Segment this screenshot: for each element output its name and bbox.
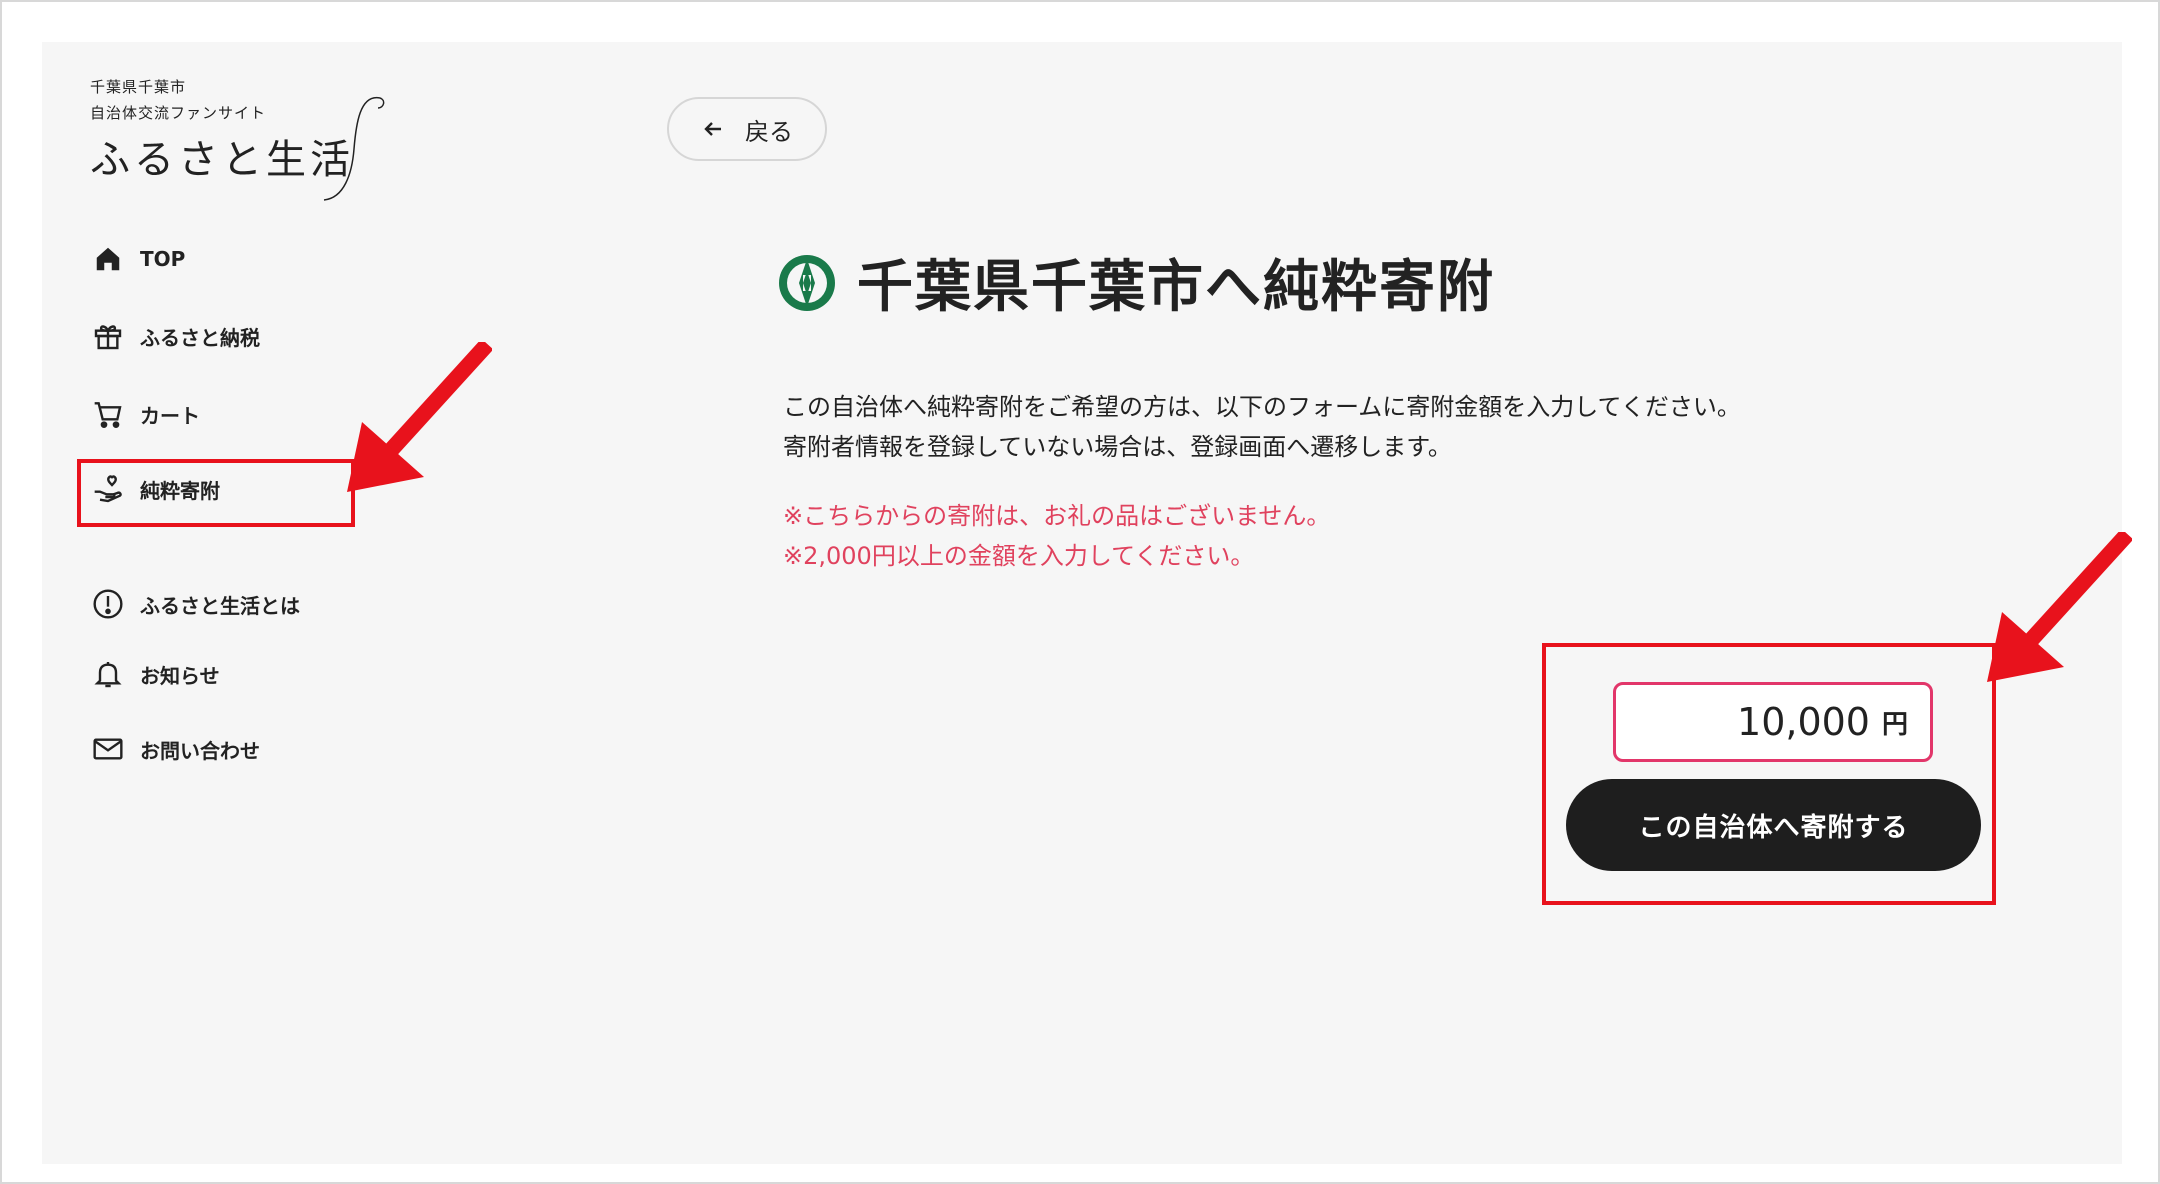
donation-amount-input[interactable]: 10,000 円 [1613, 682, 1933, 762]
back-button[interactable]: 戻る [667, 97, 827, 161]
description-line: 寄附者情報を登録していない場合は、登録画面へ遷移します。 [783, 433, 1452, 461]
donation-amount-value: 10,000 [1737, 700, 1870, 744]
nav-highlight-box [77, 459, 355, 527]
sidebar-item-news[interactable]: お知らせ [90, 648, 220, 700]
page-title: 千葉県千葉市へ純粋寄附 [857, 255, 1495, 320]
note-line: ※2,000円以上の金額を入力してください。 [783, 542, 1255, 570]
info-icon [90, 586, 126, 622]
chiba-city-emblem-icon [779, 254, 835, 311]
page-description: この自治体へ純粋寄附をご希望の方は、以下のフォームに寄附金額を入力してください。… [783, 387, 1741, 467]
logo-flourish-icon [323, 97, 385, 201]
red-arrow-icon [1987, 532, 2132, 682]
note-line: ※こちらからの寄附は、お礼の品はございません。 [783, 502, 1331, 530]
sidebar-item-top[interactable]: TOP [90, 233, 185, 285]
sidebar-item-label: ふるさと納税 [140, 325, 260, 350]
mail-icon [90, 731, 126, 767]
sidebar-item-label: カート [140, 403, 200, 428]
bell-icon [90, 656, 126, 692]
screenshot-frame: 千葉県千葉市 自治体交流ファンサイト ふるさと生活 TOP ふるさと納税 カート… [0, 0, 2160, 1184]
donation-notes: ※こちらからの寄附は、お礼の品はございません。 ※2,000円以上の金額を入力し… [783, 496, 1330, 576]
cart-icon [90, 396, 126, 432]
gift-icon [90, 318, 126, 354]
sidebar-item-furusato-nozei[interactable]: ふるさと納税 [90, 310, 260, 362]
sidebar-item-cart[interactable]: カート [90, 388, 200, 440]
red-arrow-icon [347, 342, 492, 492]
site-logo[interactable]: 千葉県千葉市 自治体交流ファンサイト ふるさと生活 [90, 74, 410, 214]
arrow-left-icon [704, 122, 721, 136]
page-heading: 千葉県千葉市へ純粋寄附 [777, 242, 1495, 323]
sidebar-item-about[interactable]: ふるさと生活とは [90, 578, 300, 630]
app-window: 千葉県千葉市 自治体交流ファンサイト ふるさと生活 TOP ふるさと納税 カート… [42, 42, 2132, 1164]
sidebar-item-contact[interactable]: お問い合わせ [90, 723, 260, 775]
back-button-label: 戻る [745, 117, 793, 146]
sidebar-item-label: お知らせ [140, 663, 220, 688]
sidebar-item-label: お問い合わせ [140, 738, 260, 763]
sidebar-item-label: TOP [140, 247, 186, 271]
sidebar-item-label: ふるさと生活とは [140, 593, 300, 618]
home-icon [90, 241, 126, 277]
description-line: この自治体へ純粋寄附をご希望の方は、以下のフォームに寄附金額を入力してください。 [783, 393, 1741, 421]
donate-button[interactable]: この自治体へ寄附する [1566, 779, 1981, 871]
currency-unit: 円 [1881, 709, 1908, 740]
